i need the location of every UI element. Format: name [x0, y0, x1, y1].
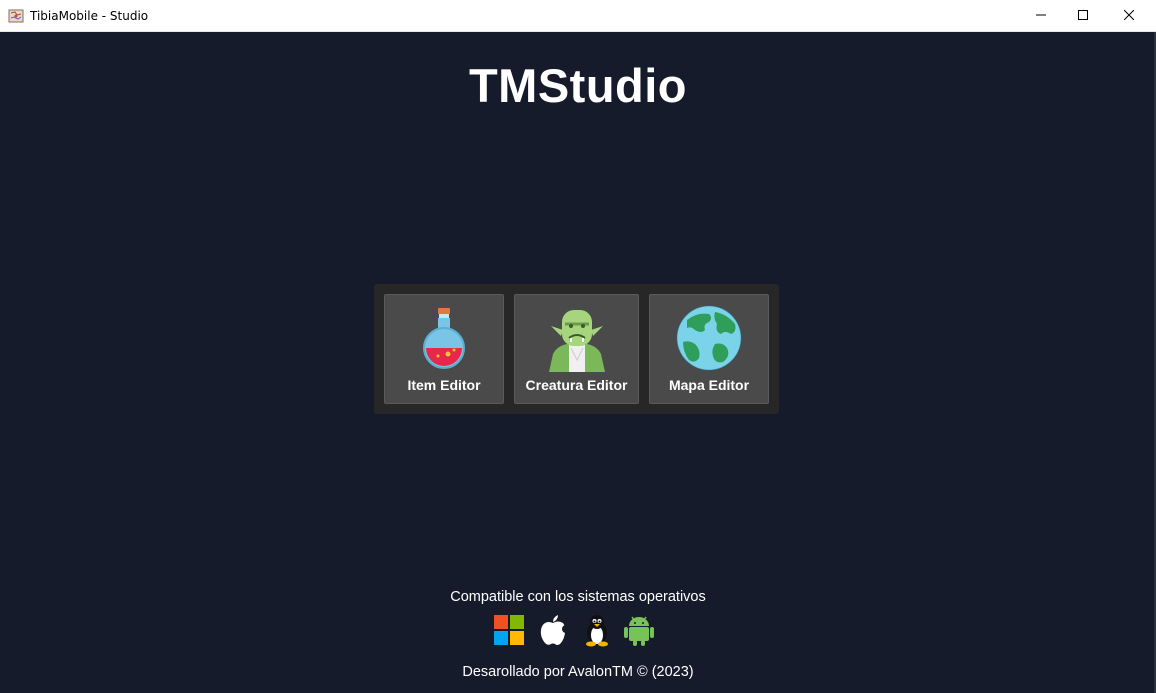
android-icon: [622, 613, 656, 647]
page-title: TMStudio: [468, 59, 688, 112]
app-window: TibiaMobile - Studio TMStudio Item Edito…: [0, 0, 1156, 693]
developer-credit: Desarollado por AvalonTM © (2023): [462, 664, 694, 680]
map-app-icon: [8, 8, 24, 24]
maximize-icon: [1078, 7, 1088, 25]
close-button[interactable]: [1106, 0, 1152, 32]
window-title: TibiaMobile - Studio: [30, 9, 149, 23]
editor-panel: Item Editor Creatura Editor Mapa Editor: [374, 284, 779, 414]
close-icon: [1123, 7, 1135, 25]
mapa-editor-label: Mapa Editor: [668, 377, 750, 393]
item-editor-label: Item Editor: [407, 377, 481, 393]
potion-flask-icon: [410, 304, 478, 372]
linux-tux-icon: [580, 613, 614, 647]
minimize-button[interactable]: [1018, 0, 1064, 32]
os-icon-row: [492, 613, 662, 647]
maximize-button[interactable]: [1060, 0, 1106, 32]
apple-icon: [536, 613, 570, 647]
window-titlebar[interactable]: TibiaMobile - Studio: [0, 0, 1156, 32]
creatura-editor-label: Creatura Editor: [525, 377, 628, 393]
minimize-icon: [1036, 7, 1046, 25]
globe-icon: [675, 304, 743, 372]
orc-creature-icon: [543, 304, 611, 372]
creatura-editor-button[interactable]: Creatura Editor: [514, 294, 639, 404]
item-editor-button[interactable]: Item Editor: [384, 294, 504, 404]
mapa-editor-button[interactable]: Mapa Editor: [649, 294, 769, 404]
compatibility-text: Compatible con los sistemas operativos: [450, 589, 706, 605]
windows-icon: [492, 613, 526, 647]
